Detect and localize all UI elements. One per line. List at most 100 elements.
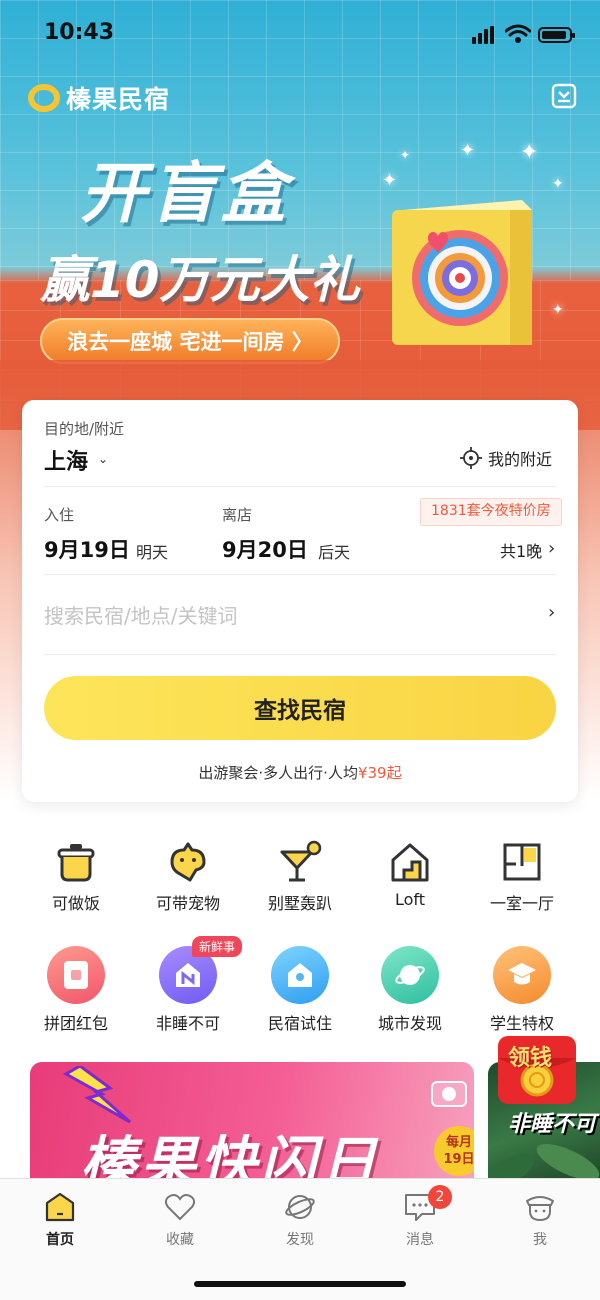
banner-pill-button[interactable]: 浪去一座城 宅进一间房 〉: [40, 318, 340, 364]
category-label: 民宿试住: [267, 1014, 332, 1033]
loft-house-icon: [391, 843, 429, 882]
tab-label: 消息: [406, 1232, 434, 1248]
find-homestay-button[interactable]: 查找民宿: [44, 676, 556, 740]
city-selector[interactable]: 上海: [44, 444, 88, 476]
cellular-signal-icon: [472, 26, 494, 44]
category-loft[interactable]: Loft: [362, 840, 458, 909]
tab-messages[interactable]: 2 消息: [372, 1185, 468, 1249]
banner-title: 开盲盒: [80, 155, 290, 232]
destination-label: 目的地/附近: [44, 420, 125, 438]
divider: [44, 574, 556, 575]
category-label: 城市发现: [377, 1014, 442, 1033]
category-one-bedroom[interactable]: 一室一厅: [474, 840, 570, 914]
flash-day-banner[interactable]: 榛果快闪日 每月 19日: [30, 1062, 474, 1192]
tab-label: 首页: [46, 1232, 74, 1248]
nearby-button[interactable]: 我的附近: [460, 446, 552, 470]
divider: [44, 654, 556, 655]
category-cooking[interactable]: 可做饭: [28, 840, 124, 914]
tab-label: 发现: [286, 1232, 314, 1248]
category-villa-party[interactable]: 别墅轰趴: [252, 840, 348, 914]
keyword-search-input[interactable]: 搜索民宿/地点/关键词: [44, 600, 237, 629]
trial-house-icon: [271, 946, 329, 1004]
chevron-right-icon[interactable]: ›: [548, 538, 555, 559]
category-pets[interactable]: 可带宠物: [140, 840, 236, 914]
checkout-label: 离店: [222, 506, 253, 524]
collect-money-button[interactable]: 领钱: [496, 1032, 578, 1106]
brand-name: 榛果民宿: [66, 85, 171, 114]
brand-logo-icon: [28, 84, 60, 112]
status-bar: 10:43: [0, 0, 600, 70]
checkin-weekday: 明天: [136, 543, 169, 562]
unread-badge: 2: [428, 1185, 452, 1209]
category-label: 可做饭: [51, 894, 100, 913]
category-must-sleep[interactable]: 新鲜事 非睡不可: [140, 936, 243, 1034]
battery-icon: [538, 27, 575, 43]
sparkle-icon: ✦: [460, 140, 476, 161]
pet-icon: [170, 842, 206, 882]
group-tip-text: 出游聚会·多人出行·人均: [198, 764, 358, 782]
banner-pill-label: 浪去一座城 宅进一间房 〉: [67, 330, 313, 354]
planet-icon: [381, 946, 439, 1004]
search-card: 目的地/附近 上海 ⌄ 我的附近 入住 9月19日 明天 离店 9月20日 后天…: [22, 400, 578, 802]
graduation-cap-icon: [493, 946, 551, 1004]
checkin-label: 入住: [44, 506, 75, 524]
nearby-label: 我的附近: [488, 450, 553, 469]
checkout-date[interactable]: 9月20日: [222, 534, 308, 564]
category-label: 拼团红包: [43, 1014, 108, 1033]
deal-tag[interactable]: 1831套今夜特价房: [420, 498, 562, 526]
category-label: Loft: [394, 890, 426, 909]
sparkle-icon: ✦: [520, 140, 539, 165]
chevron-down-icon[interactable]: ⌄: [98, 452, 108, 466]
brand: 榛果民宿: [28, 80, 170, 116]
lightning-icon: [62, 1066, 131, 1124]
sparkle-icon: ✦: [400, 148, 411, 162]
group-tip-price: ¥39起: [357, 764, 402, 782]
category-label: 可带宠物: [155, 894, 220, 913]
sparkle-icon: ✦: [552, 176, 564, 192]
locate-icon: [460, 447, 482, 469]
home-indicator[interactable]: [194, 1281, 406, 1287]
must-sleep-title: 非睡不可: [508, 1112, 597, 1137]
category-trial-stay[interactable]: 民宿试住: [252, 946, 348, 1034]
category-student-privilege[interactable]: 学生特权: [474, 946, 570, 1034]
home-icon: [45, 1192, 75, 1222]
nights-count[interactable]: 共1晚: [500, 538, 542, 562]
chevron-right-icon[interactable]: ›: [548, 602, 555, 623]
acorn-profile-icon: [526, 1196, 554, 1222]
redpacket-icon: [47, 946, 105, 1004]
collect-money-label: 领钱: [508, 1046, 553, 1071]
category-label: 别墅轰趴: [267, 894, 332, 913]
category-city-discover[interactable]: 城市发现: [362, 946, 458, 1034]
category-group-redpacket[interactable]: 拼团红包: [28, 946, 124, 1034]
blind-box-illustration: [392, 200, 532, 345]
checkin-date[interactable]: 9月19日: [44, 534, 130, 564]
divider: [44, 486, 556, 487]
tab-label: 收藏: [166, 1232, 194, 1248]
wifi-icon: [505, 24, 531, 43]
tab-discover[interactable]: 发现: [252, 1191, 348, 1249]
pot-icon: [57, 844, 95, 882]
category-label: 非睡不可: [155, 1014, 220, 1033]
banner-subtitle: 赢10万元大礼: [40, 251, 360, 309]
monthly-badge-line2: 19日: [443, 1152, 474, 1167]
heart-icon: [164, 1194, 196, 1221]
tab-me[interactable]: 我: [492, 1191, 588, 1249]
category-label: 学生特权: [489, 1014, 554, 1033]
monthly-badge: 每月 19日: [434, 1126, 474, 1176]
floorplan-icon: [503, 843, 541, 881]
fresh-badge: 新鲜事: [192, 936, 243, 957]
sparkle-icon: ✦: [382, 170, 398, 191]
status-time: 10:43: [44, 20, 115, 45]
tab-label: 我: [533, 1232, 547, 1248]
checkout-weekday: 后天: [318, 543, 351, 562]
cocktail-icon: [280, 840, 322, 882]
scan-icon[interactable]: [550, 82, 578, 110]
camera-icon: [431, 1081, 467, 1107]
tab-favorites[interactable]: 收藏: [132, 1191, 228, 1249]
planet-icon: [285, 1195, 315, 1219]
group-tip[interactable]: 出游聚会·多人出行·人均¥39起: [22, 762, 578, 783]
sparkle-icon: ✦: [552, 302, 564, 318]
tab-home[interactable]: 首页: [12, 1191, 108, 1249]
monthly-badge-line1: 每月: [445, 1135, 472, 1150]
category-label: 一室一厅: [489, 894, 554, 913]
